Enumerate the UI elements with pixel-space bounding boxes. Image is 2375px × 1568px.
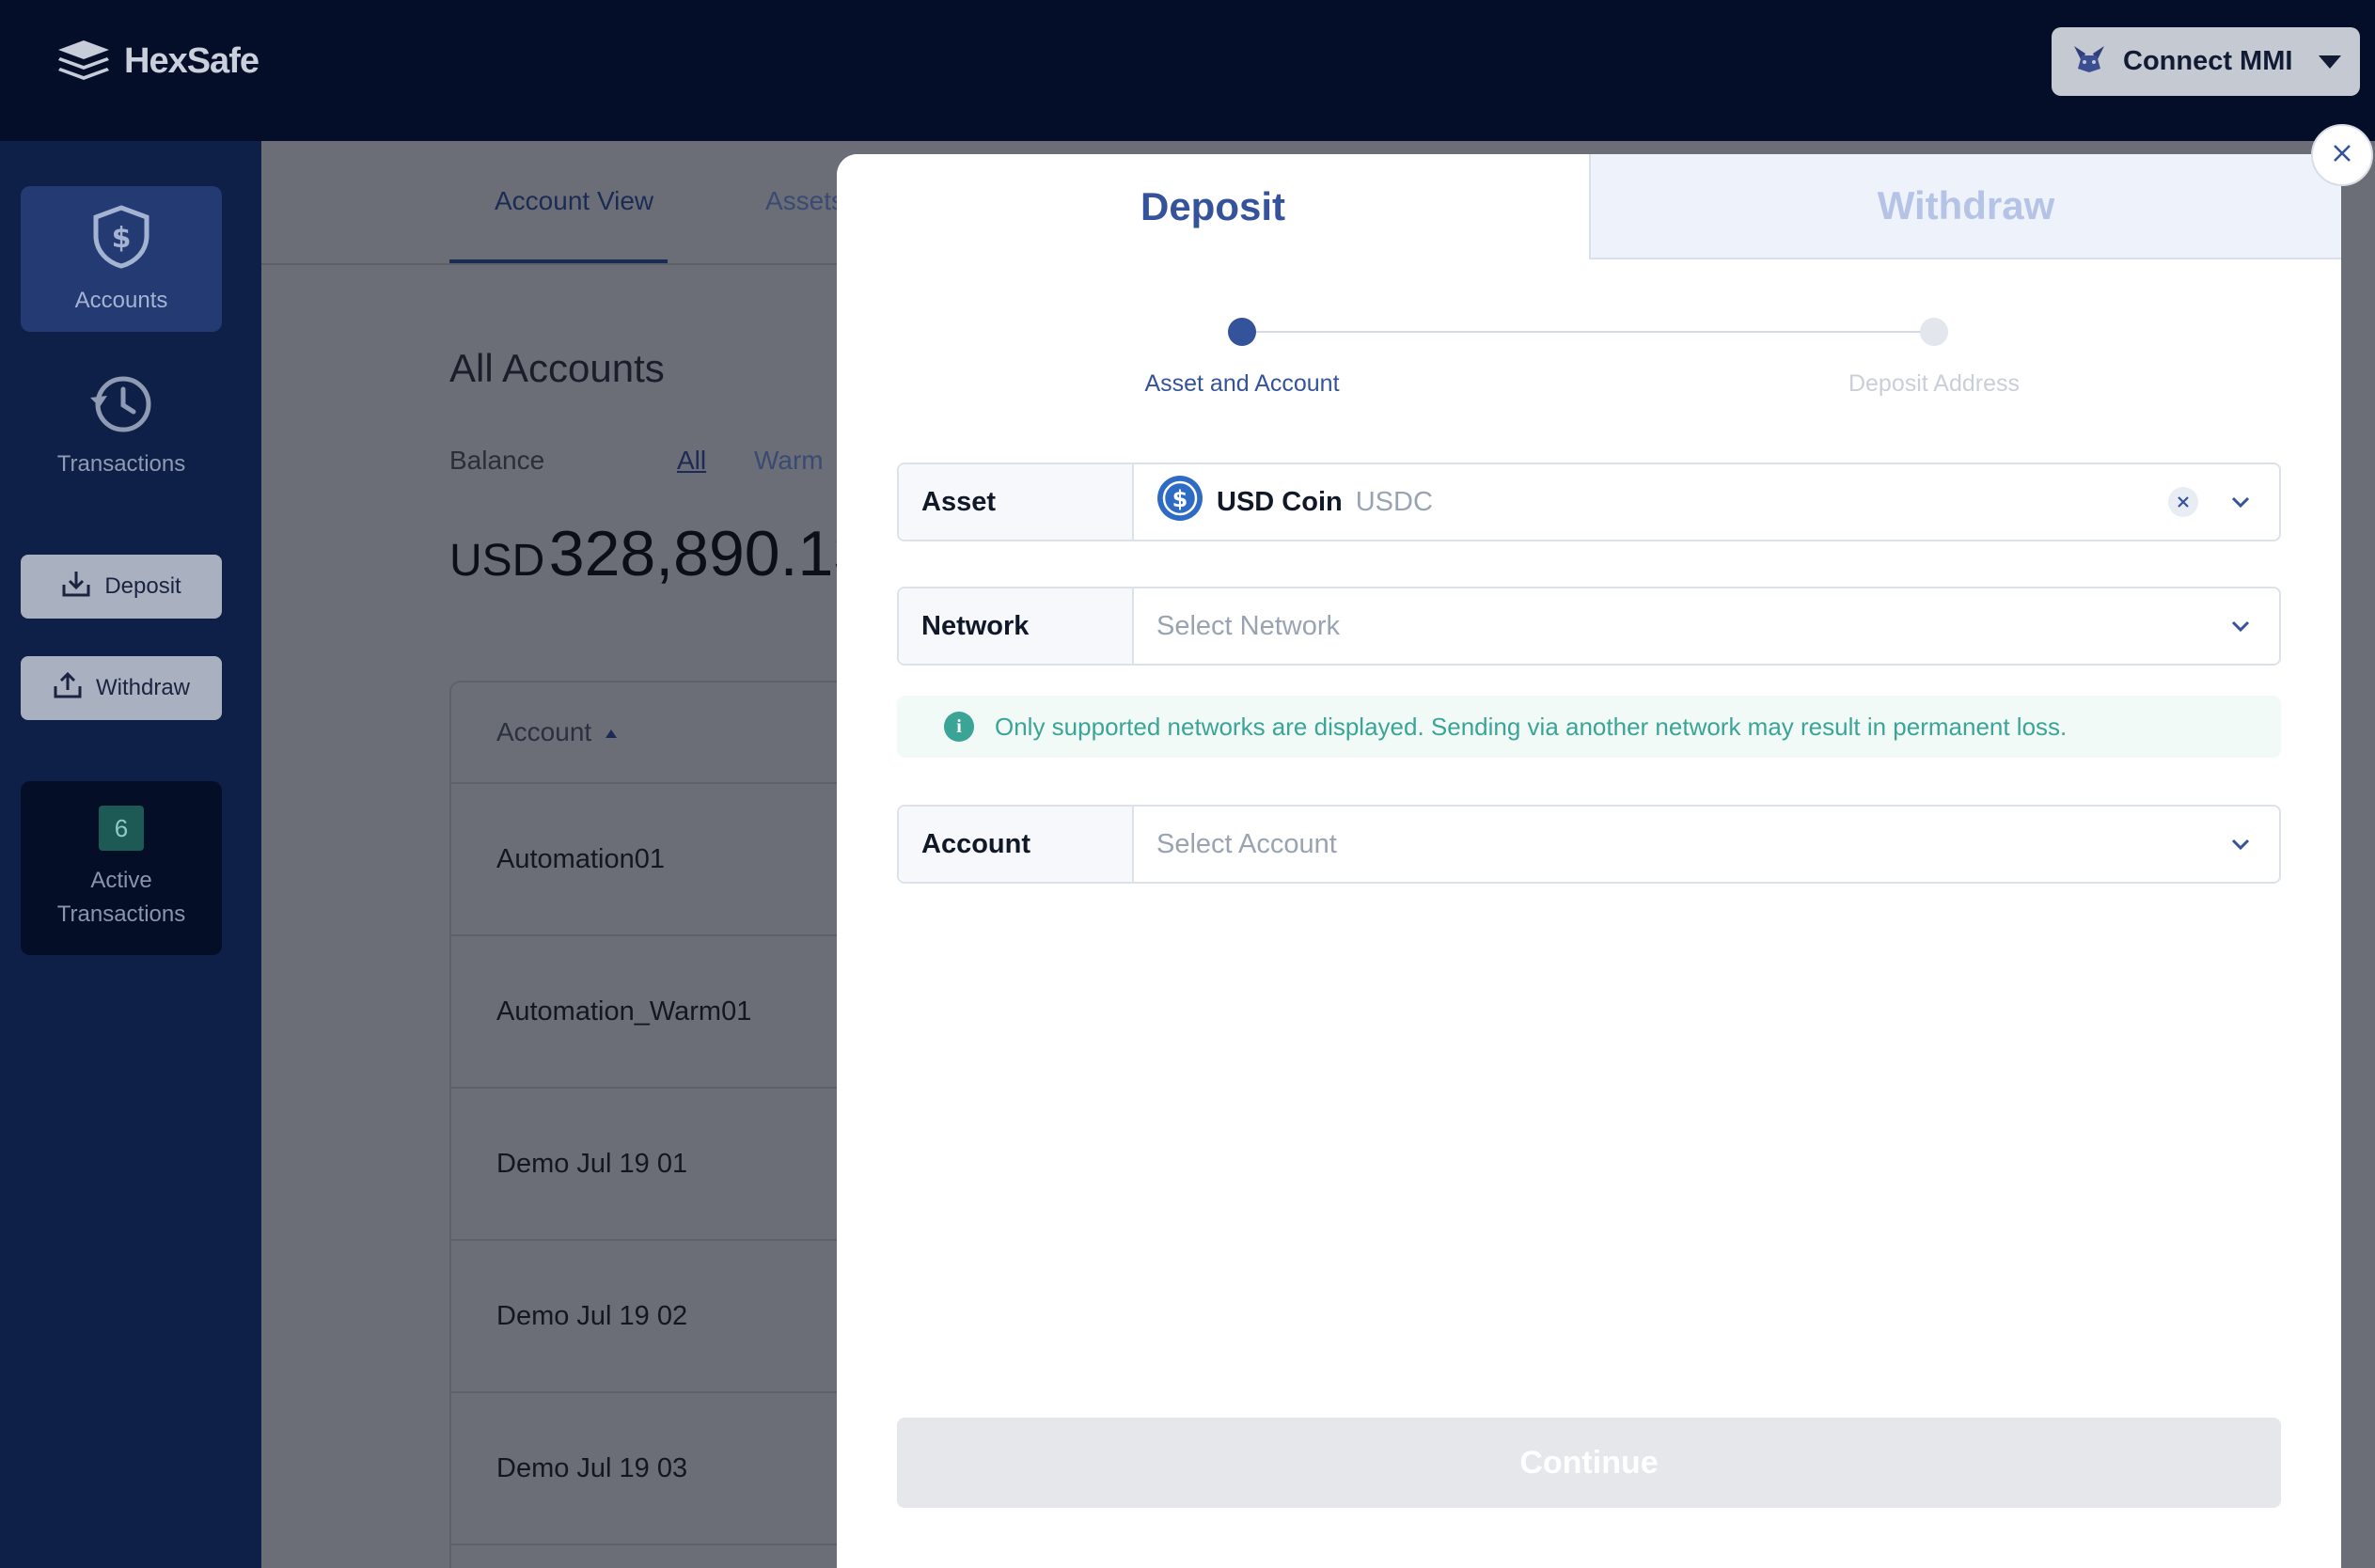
upload-icon (53, 671, 83, 706)
active-transactions-line1: Active (90, 867, 152, 893)
tab-account-view[interactable]: Account View (495, 186, 653, 216)
top-bar: HexSafe Connect MMI (0, 0, 2375, 141)
tab-deposit[interactable]: Deposit (837, 154, 1589, 259)
total-currency: USD (449, 536, 545, 586)
active-transactions-line2: Transactions (56, 901, 186, 927)
tab-withdraw[interactable]: Withdraw (1589, 154, 2341, 259)
svg-text:$: $ (112, 222, 132, 255)
close-modal-button[interactable] (2311, 124, 2373, 186)
asset-symbol: USDC (1355, 486, 1433, 517)
info-icon: i (944, 712, 974, 742)
overlay-edge (2341, 154, 2375, 1568)
shield-dollar-icon: $ (88, 204, 154, 276)
total-balance: USD 328,890.13 (449, 517, 869, 590)
row-account-name: Demo Jul 19 01 (496, 1148, 688, 1179)
deposit-withdraw-modal: Deposit Withdraw Asset and Account Depos… (837, 154, 2341, 1568)
logo-text: HexSafe (124, 40, 260, 81)
asset-select[interactable]: Asset $ USD Coin USDC (897, 463, 2281, 541)
step-dot-inactive (1920, 318, 1948, 346)
usdc-coin-icon: $ (1156, 475, 1203, 529)
sidebar-deposit-button[interactable]: Deposit (21, 555, 222, 619)
asset-field-value: $ USD Coin USDC (1134, 464, 2279, 540)
active-transactions-card[interactable]: 6 Active Transactions (21, 781, 222, 955)
asset-field-label: Asset (899, 464, 1134, 540)
row-account-name: Demo Jul 19 03 (496, 1452, 688, 1483)
page-title: All Accounts (449, 346, 665, 390)
layers-icon (56, 39, 111, 85)
tab-active-indicator (449, 259, 668, 263)
caret-down-icon (2319, 55, 2342, 69)
clear-icon[interactable] (2168, 487, 2198, 517)
total-amount: 328,890.13 (548, 518, 870, 589)
sidebar-item-accounts[interactable]: $ Accounts (21, 186, 222, 332)
sidebar: $ Accounts Transactions Deposit Withdraw… (0, 141, 261, 1568)
account-field-label: Account (899, 807, 1134, 882)
close-icon (2331, 142, 2353, 169)
sidebar-withdraw-label: Withdraw (95, 675, 191, 700)
row-account-name: Automation_Warm01 (496, 996, 752, 1027)
history-icon (88, 373, 154, 442)
chevron-down-icon[interactable] (2230, 493, 2251, 516)
sidebar-item-transactions[interactable]: Transactions (21, 355, 222, 494)
row-account-name: Demo Jul 19 02 (496, 1300, 688, 1331)
chevron-down-icon[interactable] (2230, 617, 2251, 640)
step-dot-active (1228, 318, 1256, 346)
svg-text:$: $ (1172, 486, 1188, 512)
network-info-notice: i Only supported networks are displayed.… (897, 696, 2281, 758)
info-text: Only supported networks are displayed. S… (995, 712, 2068, 741)
continue-button[interactable]: Continue (897, 1418, 2281, 1508)
fox-icon (2072, 44, 2106, 79)
download-icon (61, 570, 91, 604)
connect-mmi-button[interactable]: Connect MMI (2052, 27, 2360, 96)
filter-all[interactable]: All (677, 446, 706, 476)
asset-name: USD Coin (1217, 486, 1343, 517)
account-select[interactable]: Account Select Account (897, 805, 2281, 884)
active-transactions-count: 6 (99, 805, 144, 851)
sidebar-deposit-label: Deposit (104, 573, 181, 599)
sidebar-label-accounts: Accounts (74, 288, 168, 313)
chevron-down-icon[interactable] (2230, 835, 2251, 858)
column-header-account[interactable]: Account (496, 717, 591, 747)
filter-warm[interactable]: Warm (754, 446, 824, 476)
tab-assets[interactable]: Assets (765, 186, 844, 216)
row-account-name: Automation01 (496, 843, 665, 874)
connect-label: Connect MMI (2123, 46, 2293, 76)
balance-filter-row: Balance All Warm (449, 446, 824, 476)
sidebar-label-transactions: Transactions (56, 450, 186, 477)
sidebar-withdraw-button[interactable]: Withdraw (21, 656, 222, 720)
network-placeholder: Select Network (1156, 610, 1341, 641)
sort-up-icon[interactable] (605, 717, 618, 747)
account-placeholder: Select Account (1156, 828, 1337, 859)
step-label-deposit-address: Deposit Address (1848, 370, 2021, 397)
balance-label: Balance (449, 446, 545, 475)
hexsafe-logo[interactable]: HexSafe (56, 38, 260, 85)
network-select[interactable]: Network Select Network (897, 587, 2281, 666)
stepper-line (1243, 331, 1933, 333)
network-field-label: Network (899, 588, 1134, 664)
step-label-asset-account: Asset and Account (1144, 370, 1340, 397)
